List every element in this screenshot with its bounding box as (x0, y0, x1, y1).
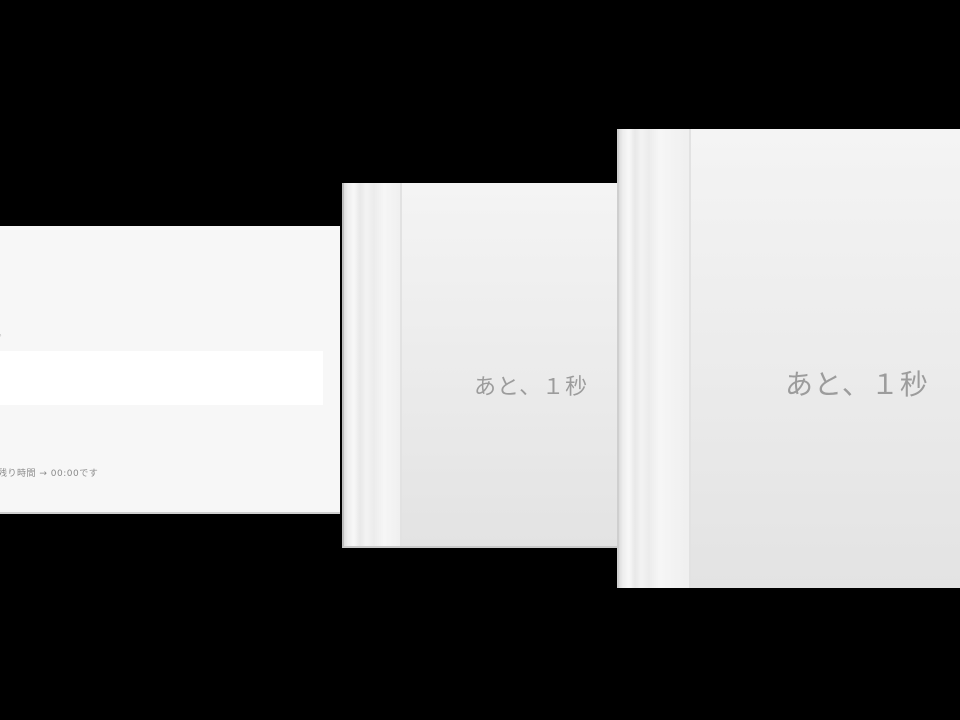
card-spine (619, 129, 691, 588)
field-label: 。 (0, 326, 7, 339)
countdown-text: あと、１秒 (474, 375, 589, 400)
status-footnote: 残り時間 → 00:00です (0, 469, 99, 479)
dialog-panel: 。 残り時間 → 00:00です (0, 226, 340, 514)
text-input-field[interactable] (0, 351, 323, 405)
card-spine (344, 183, 402, 546)
countdown-text: あと、１秒 (785, 368, 929, 401)
countdown-card-front: あと、１秒 (617, 129, 960, 588)
countdown-card: あと、１秒 (342, 183, 618, 548)
screen: 。 残り時間 → 00:00です あと、１秒 あと、１秒 (0, 0, 960, 720)
